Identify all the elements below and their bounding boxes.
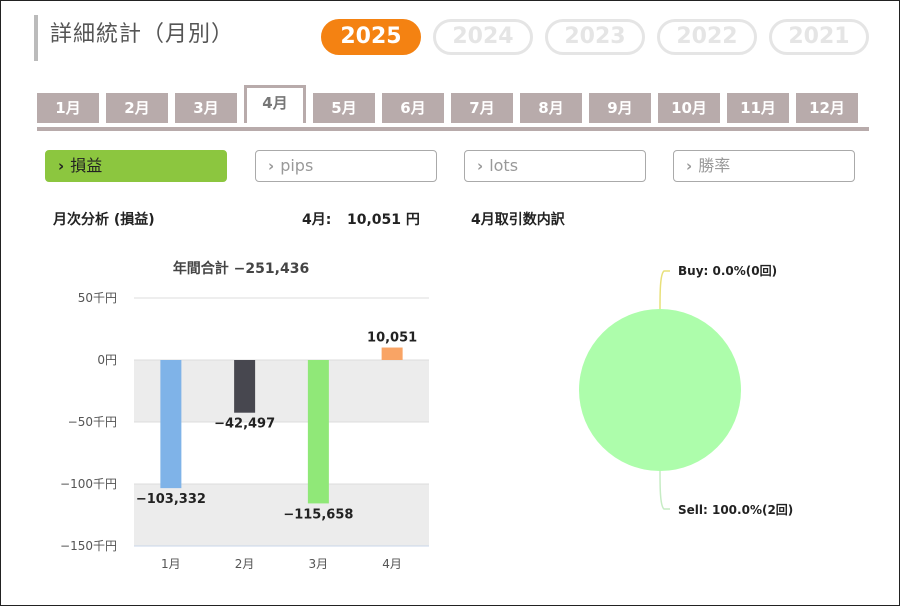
y-tick-label: 50千円 [78,291,117,305]
pie-label-sell: Sell: 100.0%(2回) [678,503,793,517]
tab-month-1[interactable]: 1月 [37,93,99,123]
sell-connector [659,470,670,510]
tab-month-8[interactable]: 8月 [520,93,582,123]
bar-2[interactable] [234,360,256,413]
tab-month-9[interactable]: 9月 [589,93,651,123]
header: 詳細統計（月別） [34,15,234,61]
breakdown-title: 4月取引数内訳 [471,212,565,228]
data-label: −115,658 [283,507,353,522]
pie-label-buy: Buy: 0.0%(0回) [678,264,777,278]
month-tabs: 1月 2月 3月 4月 5月 6月 7月 8月 9月 10月 11月 12月 [37,85,869,131]
chart-title: 年間合計 −251,436 [173,260,309,277]
tab-month-5[interactable]: 5月 [313,93,375,123]
filter-label: 損益 [70,156,103,175]
chevron-right-icon: › [58,157,65,175]
tab-month-12[interactable]: 12月 [796,93,858,123]
buy-connector [659,270,670,310]
x-tick-label: 1月 [161,557,181,571]
y-tick-label: −150千円 [60,539,117,553]
tab-month-11[interactable]: 11月 [727,93,789,123]
bar-3[interactable] [307,360,329,504]
chevron-right-icon: › [686,157,693,175]
tab-month-7[interactable]: 7月 [451,93,513,123]
y-tick-label: 0円 [97,353,117,367]
filter-label: 勝率 [698,156,731,175]
year-selector: 2025 2024 2023 2022 2021 [321,19,869,55]
month-total-value: 10,051 円 [347,212,420,228]
data-label: −42,497 [214,417,275,432]
bar-chart: 50千円 0円 −50千円 −100千円 −150千円 −103,332 1月 −42,497… [60,260,429,571]
tab-month-3[interactable]: 3月 [175,93,237,123]
chevron-right-icon: › [477,157,484,175]
year-button-2025[interactable]: 2025 [321,19,421,55]
tab-month-2[interactable]: 2月 [106,93,168,123]
tab-month-10[interactable]: 10月 [658,93,720,123]
filter-label: pips [280,156,314,175]
tab-month-6[interactable]: 6月 [382,93,444,123]
filter-button-lots[interactable]: › lots [464,150,646,182]
chevron-right-icon: › [268,157,275,175]
data-label: 10,051 [367,331,417,346]
month-total-label: 4月: [302,212,332,228]
filter-button-profit[interactable]: › 損益 [45,150,227,182]
tab-month-4[interactable]: 4月 [244,85,306,123]
y-tick-label: −50千円 [68,415,117,429]
year-button-2021[interactable]: 2021 [769,19,869,55]
filter-label: lots [489,156,519,175]
y-tick-label: −100千円 [60,477,117,491]
year-button-2022[interactable]: 2022 [657,19,757,55]
data-label: −103,332 [136,492,206,507]
page-frame: 詳細統計（月別） 2025 2024 2023 2022 2021 1月 2月 … [0,0,900,606]
filter-button-winrate[interactable]: › 勝率 [673,150,855,182]
x-tick-label: 3月 [309,557,329,571]
bar-4[interactable] [381,347,403,360]
x-tick-label: 2月 [235,557,255,571]
x-tick-label: 4月 [382,557,402,571]
page-title: 詳細統計（月別） [50,22,235,47]
year-button-2024[interactable]: 2024 [433,19,533,55]
bar-1[interactable] [160,360,182,489]
pie-slice-sell[interactable] [579,309,741,471]
analysis-title: 月次分析 (損益) [53,212,155,228]
filter-button-pips[interactable]: › pips [255,150,437,182]
pie-chart: Buy: 0.0%(0回) Sell: 100.0%(2回) [579,264,793,517]
year-button-2023[interactable]: 2023 [545,19,645,55]
